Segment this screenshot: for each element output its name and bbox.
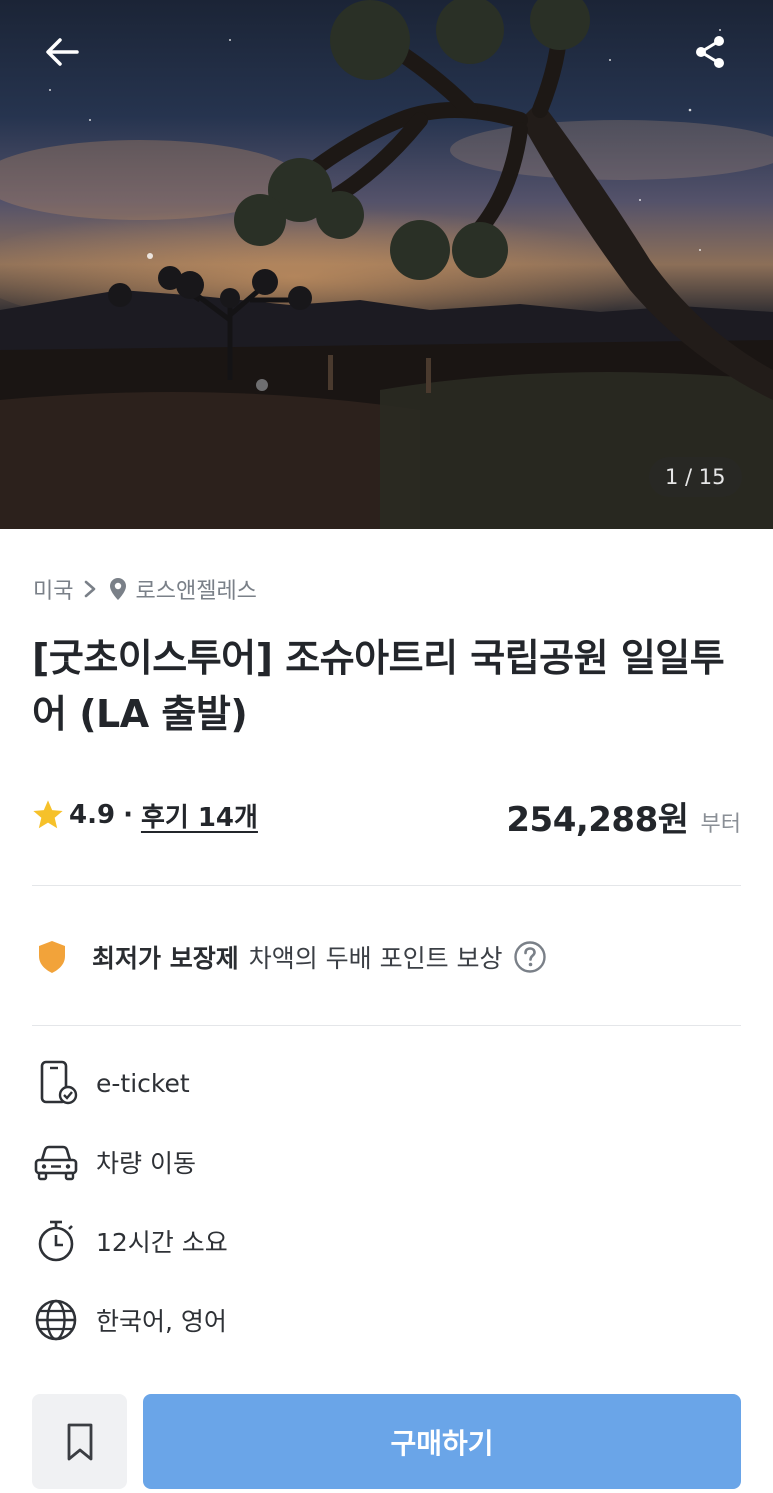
- hero-image[interactable]: 1 / 15: [0, 0, 773, 529]
- arrow-left-icon: [46, 38, 79, 66]
- guarantee-title: 최저가 보장제: [92, 944, 239, 973]
- lowest-price-guarantee: 최저가 보장제 차액의 두배 포인트 보상: [36, 936, 547, 978]
- share-button[interactable]: [680, 22, 740, 82]
- breadcrumb-city[interactable]: 로스앤젤레스: [135, 573, 256, 605]
- price: 254,288원 부터: [506, 792, 741, 840]
- e-ticket-icon: [32, 1059, 80, 1107]
- rating-score: 4.9: [69, 800, 116, 830]
- rating-summary: 4.9 · 후기 14개: [31, 795, 258, 835]
- star-icon: [31, 799, 65, 831]
- image-counter: 1 / 15: [649, 457, 742, 497]
- feature-row: e-ticket: [32, 1058, 190, 1108]
- guarantee-description: 차액의 두배 포인트 보상: [248, 944, 503, 973]
- bookmark-button[interactable]: [32, 1394, 127, 1489]
- divider: [32, 885, 741, 886]
- share-icon: [696, 36, 724, 68]
- breadcrumb: 미국 로스앤젤레스: [33, 572, 257, 606]
- feature-row: 한국어, 영어: [32, 1295, 227, 1345]
- bookmark-icon: [67, 1423, 92, 1460]
- price-amount: 254,288원: [506, 800, 689, 840]
- feature-label: 차량 이동: [96, 1149, 196, 1178]
- buy-button[interactable]: 구매하기: [143, 1394, 741, 1489]
- chevron-right-icon: [83, 579, 97, 599]
- hero-photo: [0, 0, 773, 529]
- feature-label: e-ticket: [96, 1068, 190, 1098]
- globe-icon: [32, 1296, 80, 1344]
- help-icon[interactable]: [513, 940, 547, 974]
- feature-row: 12시간 소요: [32, 1216, 228, 1266]
- reviews-link[interactable]: 후기 14개: [141, 797, 258, 834]
- shield-icon: [36, 939, 68, 975]
- stopwatch-icon: [32, 1217, 80, 1265]
- car-icon: [32, 1138, 80, 1186]
- breadcrumb-country[interactable]: 미국: [33, 573, 73, 605]
- divider: [32, 1025, 741, 1026]
- product-title: [굿초이스투어] 조슈아트리 국립공원 일일투어 (LA 출발): [32, 636, 725, 736]
- feature-label: 12시간 소요: [96, 1228, 228, 1257]
- price-suffix: 부터: [700, 812, 741, 837]
- feature-label: 한국어, 영어: [96, 1307, 227, 1336]
- feature-row: 차량 이동: [32, 1137, 196, 1187]
- location-pin-icon: [109, 577, 127, 601]
- back-button[interactable]: [32, 22, 92, 82]
- rating-separator: ·: [123, 800, 133, 830]
